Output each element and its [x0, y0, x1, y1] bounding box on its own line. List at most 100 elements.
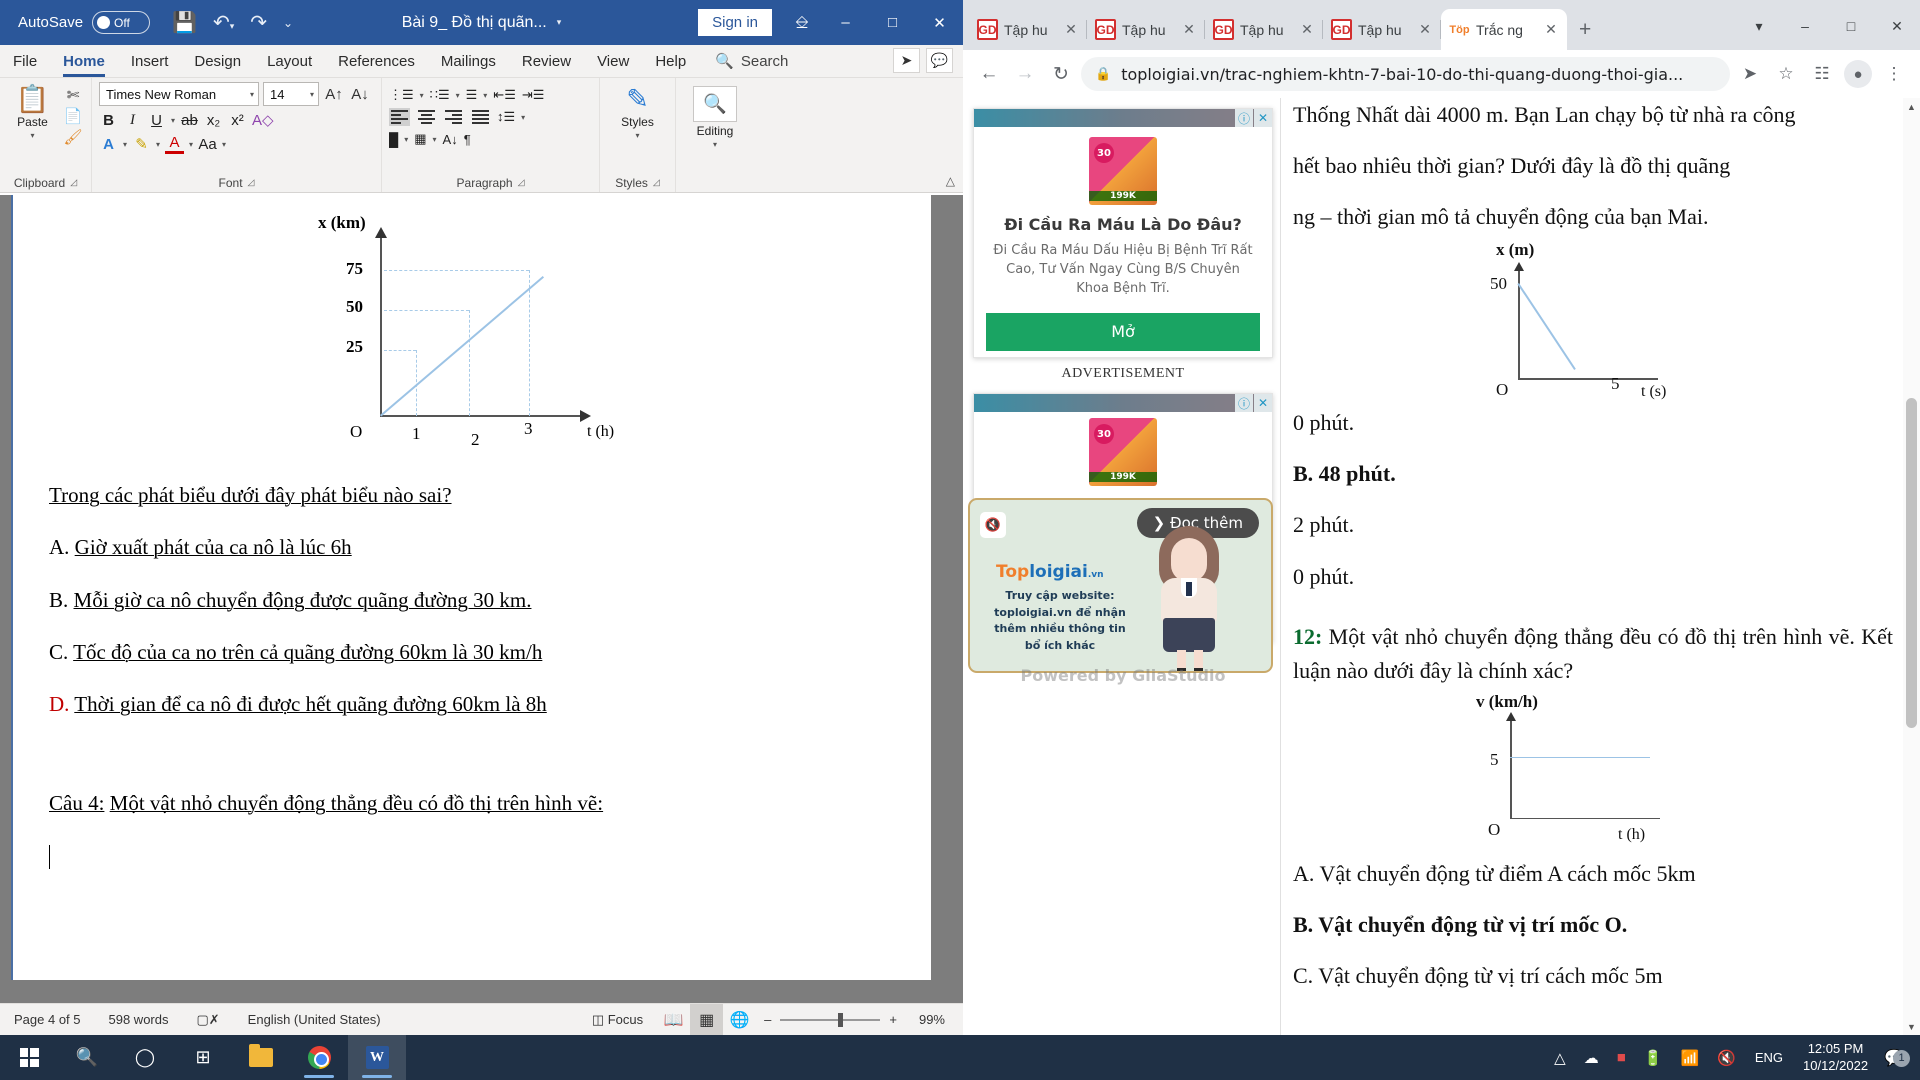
profile-avatar-icon[interactable]: ● [1842, 58, 1874, 90]
paste-button[interactable]: 📋 Paste ▾ [7, 82, 58, 141]
align-center-icon[interactable] [416, 108, 437, 126]
answer-option[interactable]: C. Vật chuyển động từ vị trí cách mốc 5m [1293, 959, 1893, 993]
chevron-down-icon[interactable]: ▾ [420, 91, 424, 100]
zoom-track[interactable] [780, 1012, 881, 1027]
tab-home[interactable]: Home [50, 50, 118, 77]
chevron-down-icon[interactable]: ▾ [123, 140, 127, 149]
back-arrow-icon[interactable]: ← [973, 58, 1005, 90]
bold-button[interactable]: B [99, 112, 118, 129]
word-icon[interactable]: W [348, 1035, 406, 1080]
v-app-icon[interactable]: ■ [1608, 1049, 1635, 1066]
comments-icon[interactable]: 💬 [926, 48, 953, 73]
read-mode-icon[interactable]: 📖 [657, 1004, 690, 1036]
word-count[interactable]: 598 words [95, 1012, 183, 1027]
close-tab-icon[interactable]: ✕ [1181, 21, 1197, 38]
focus-button[interactable]: ◫ Focus [578, 1012, 657, 1028]
chrome-minimize-button[interactable]: – [1782, 6, 1828, 46]
decrease-indent-icon[interactable]: ⇤☰ [493, 87, 516, 103]
chevron-down-icon[interactable]: ▾ [171, 116, 175, 125]
tab-layout[interactable]: Layout [254, 50, 325, 77]
chevron-down-icon[interactable]: ▾ [310, 90, 314, 99]
word-maximize-button[interactable]: □ [869, 0, 916, 45]
formatting-marks-icon[interactable]: ¶ [464, 132, 471, 147]
grow-font-icon[interactable]: A↑ [323, 86, 345, 103]
styles-button[interactable]: ✎ Styles ▾ [612, 82, 664, 141]
document-page[interactable]: x (km) t (h) 75 50 25 O 1 2 3 Trong các … [11, 195, 931, 980]
web-layout-icon[interactable]: 🌐 [723, 1004, 756, 1036]
editing-button[interactable]: 🔍 Editing ▾ [689, 82, 741, 149]
scroll-down-icon[interactable]: ▼ [1903, 1018, 1920, 1035]
autosave-switch[interactable]: Off [92, 11, 151, 34]
word-minimize-button[interactable]: – [822, 0, 869, 45]
language-indicator[interactable]: ENG [1745, 1050, 1793, 1065]
windows-start-icon[interactable] [0, 1035, 58, 1080]
align-right-icon[interactable] [443, 108, 464, 126]
chevron-down-icon[interactable]: ▾ [635, 131, 639, 140]
browser-tab-4[interactable]: GD Tập hu ✕ [1323, 9, 1441, 50]
page-indicator[interactable]: Page 4 of 5 [0, 1012, 95, 1027]
ad-info-icon[interactable]: ⓘ [1235, 109, 1253, 127]
font-name-input[interactable]: Times New Roman ▾ [99, 82, 259, 106]
sort-icon[interactable]: A↓ [443, 132, 458, 147]
browser-tab-5-active[interactable]: Töp Trắc ng ✕ [1441, 9, 1567, 50]
collapse-ribbon-icon[interactable]: △ [946, 174, 955, 188]
ribbon-display-options-icon[interactable]: ⎒ [782, 13, 822, 33]
forward-arrow-icon[interactable]: → [1009, 58, 1041, 90]
line-spacing-icon[interactable]: ↕☰ [497, 109, 515, 125]
notifications-icon[interactable]: 💬 1 [1878, 1048, 1916, 1068]
print-layout-icon[interactable]: ▦ [690, 1003, 724, 1035]
search-input[interactable]: 🔍 Search [699, 49, 798, 77]
save-icon[interactable]: 💾 [172, 13, 197, 33]
undo-icon[interactable]: ↶▾ [213, 13, 234, 33]
zoom-in-button[interactable]: + [889, 1012, 897, 1027]
scroll-up-icon[interactable]: ▲ [1903, 98, 1920, 115]
three-dot-menu-icon[interactable]: ⋮ [1878, 58, 1910, 90]
chevron-down-icon[interactable]: ▾ [189, 140, 193, 149]
shading-icon[interactable]: █ [389, 132, 398, 147]
answer-option[interactable]: 2 phút. [1293, 508, 1893, 542]
zoom-slider[interactable]: – + [756, 1012, 905, 1027]
ad-info-icon[interactable]: ⓘ [1235, 394, 1253, 412]
browser-tab-2[interactable]: GD Tập hu ✕ [1087, 9, 1205, 50]
answer-option[interactable]: 0 phút. [1293, 560, 1893, 594]
font-size-input[interactable]: 14 ▾ [263, 82, 319, 106]
chevron-down-icon[interactable]: ▾ [521, 113, 525, 122]
paragraph-dialog-launcher-icon[interactable]: ◿ [518, 177, 525, 188]
share-icon[interactable]: ➤ [893, 48, 920, 73]
scissors-icon[interactable]: ✄ [62, 86, 84, 104]
borders-icon[interactable]: ▦ [414, 131, 426, 147]
chevron-down-icon[interactable]: ▾ [222, 140, 226, 149]
share-icon[interactable]: ➤ [1734, 58, 1766, 90]
chrome-icon[interactable] [290, 1035, 348, 1080]
advertisement-1[interactable]: ⓘ ✕ Đi Cầu Ra Máu Là Do Đâu? Đi Cầu Ra M… [973, 108, 1273, 358]
close-tab-icon[interactable]: ✕ [1063, 21, 1079, 38]
chevron-down-icon[interactable]: ▾ [404, 135, 408, 144]
sign-in-button[interactable]: Sign in [698, 9, 772, 36]
clipboard-dialog-launcher-icon[interactable]: ◿ [70, 177, 77, 188]
zoom-knob[interactable] [838, 1012, 844, 1027]
answer-option[interactable]: B. 48 phút. [1293, 457, 1893, 491]
answer-option[interactable]: 0 phút. [1293, 406, 1893, 440]
close-tab-icon[interactable]: ✕ [1417, 21, 1433, 38]
increase-indent-icon[interactable]: ⇥☰ [522, 87, 545, 103]
numbered-list-icon[interactable]: ∷☰ [430, 87, 450, 103]
ad-close-icon[interactable]: ✕ [1254, 394, 1272, 412]
change-case-button[interactable]: Aa [198, 136, 217, 153]
wifi-icon[interactable]: 📶 [1671, 1049, 1708, 1067]
redo-icon[interactable]: ↷ [250, 13, 267, 33]
tab-references[interactable]: References [325, 50, 428, 77]
mute-icon[interactable]: 🔇 [980, 512, 1006, 538]
font-dialog-launcher-icon[interactable]: ◿ [248, 177, 255, 188]
volume-muted-icon[interactable]: 🔇 [1708, 1049, 1745, 1067]
tab-insert[interactable]: Insert [118, 50, 182, 77]
chevron-down-icon[interactable]: ▾ [713, 140, 717, 149]
video-advertisement[interactable]: 🔇 ❯ Đọc thêm Toploigiai.vn Truy cập webs… [968, 498, 1273, 673]
strikethrough-button[interactable]: ab [180, 112, 199, 129]
ad-close-icon[interactable]: ✕ [1254, 109, 1272, 127]
underline-button[interactable]: U [147, 112, 166, 129]
search-icon[interactable]: 🔍 [58, 1035, 116, 1080]
chevron-down-icon[interactable]: ▾ [433, 135, 437, 144]
copy-icon[interactable]: 📄 [62, 107, 84, 125]
file-explorer-icon[interactable] [232, 1035, 290, 1080]
tab-help[interactable]: Help [642, 50, 699, 77]
